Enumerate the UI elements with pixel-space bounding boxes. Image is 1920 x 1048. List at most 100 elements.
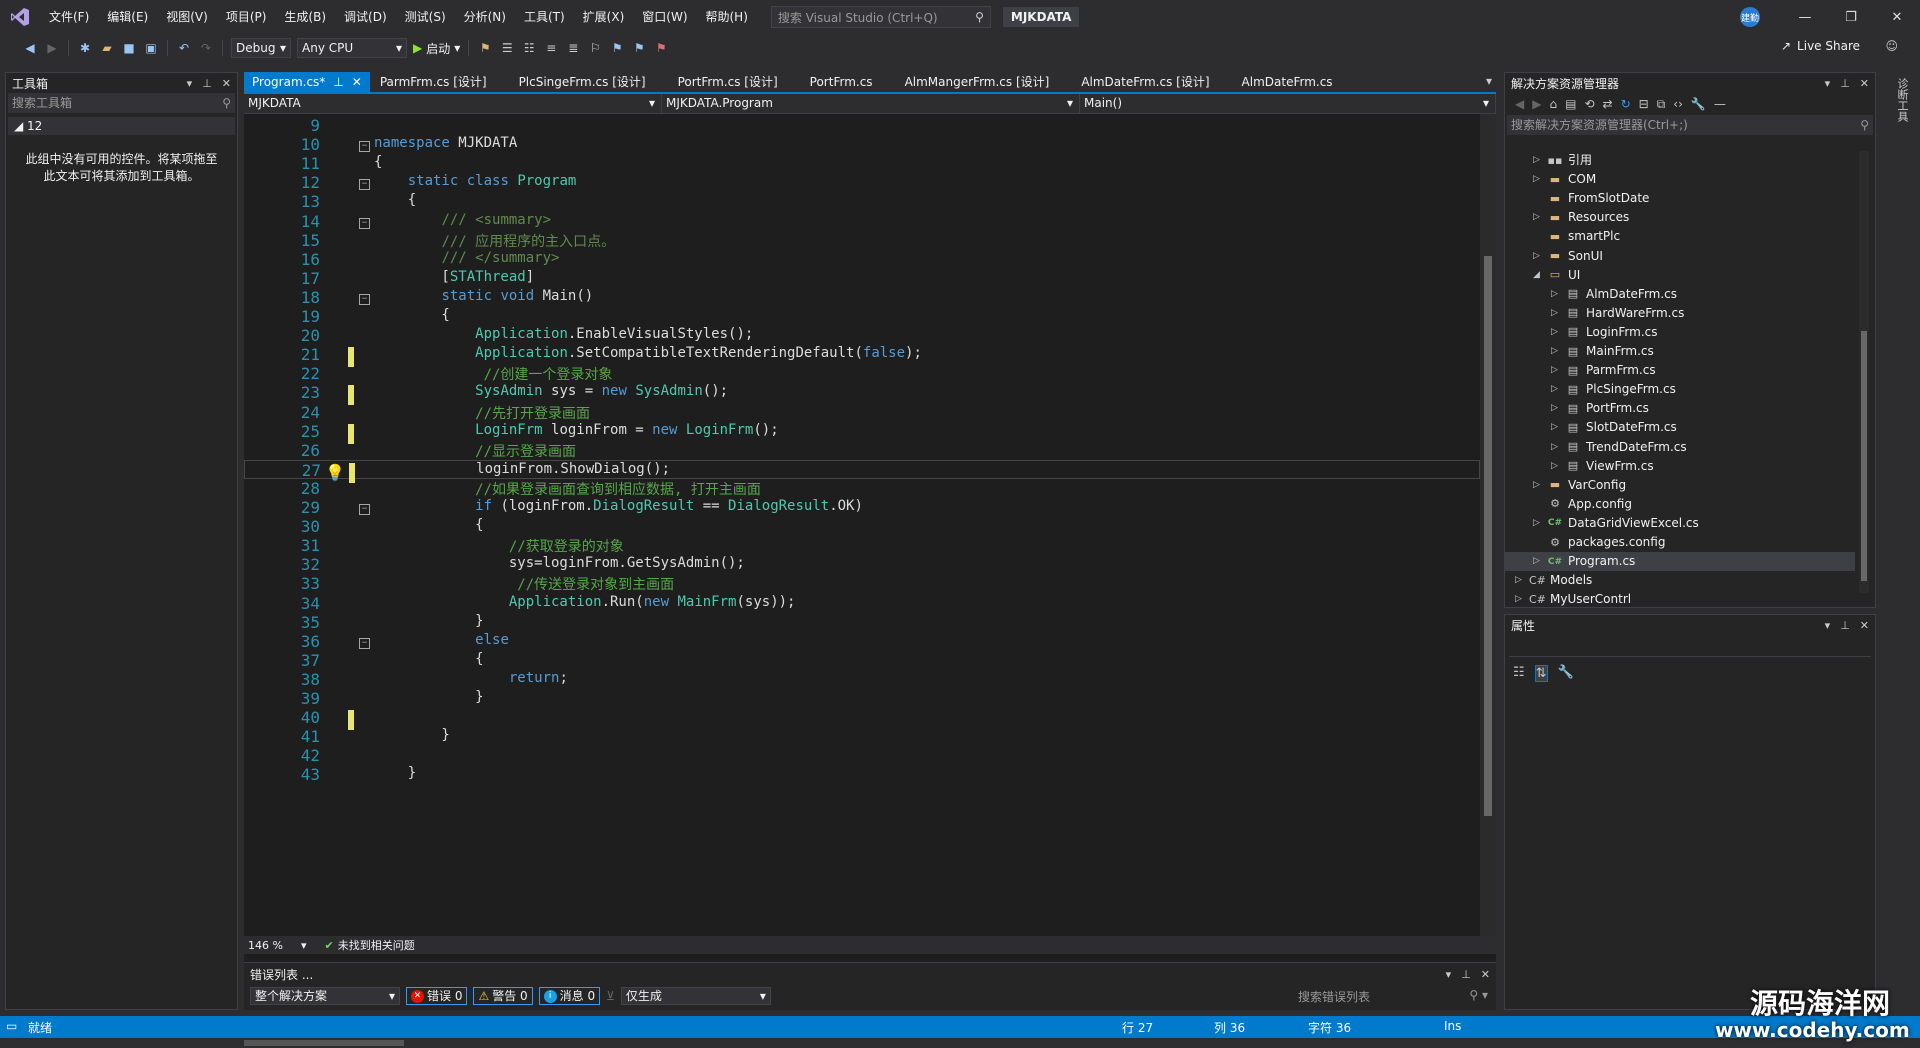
tree-item[interactable]: ⚙ packages.config [1505, 533, 1855, 552]
open-file-icon[interactable]: ▰ [99, 40, 115, 56]
errors-filter-button[interactable]: ✕ 错误 0 [406, 987, 468, 1005]
menu-test[interactable]: 测试(S) [396, 0, 455, 34]
tree-item[interactable]: ▷ ▤ ViewFrm.cs [1505, 457, 1855, 476]
code-line[interactable]: 16 /// </summary> [244, 250, 1480, 269]
live-share-button[interactable]: ↗ Live Share [1781, 39, 1860, 53]
tab-plcsingefrm-design[interactable]: PlcSingeFrm.cs [设计] [509, 72, 668, 92]
solution-explorer-search-input[interactable]: 搜索解决方案资源管理器(Ctrl+;) ⚲ [1507, 115, 1873, 135]
code-line[interactable]: 11 { [244, 154, 1480, 173]
expand-arrow-icon[interactable]: ▷ [1551, 380, 1565, 399]
window-position-icon[interactable]: ▾ [1446, 968, 1452, 981]
bookmark-icon[interactable]: ⚐ [587, 40, 603, 56]
next-bookmark-icon[interactable]: ⚑ [631, 40, 647, 56]
tree-item[interactable]: ◢ ▭ UI [1505, 266, 1855, 285]
code-line[interactable]: 18 − static void Main() [244, 288, 1480, 307]
code-line[interactable]: 29 − if (loginFrom.DialogResult == Dialog… [244, 498, 1480, 517]
expand-arrow-icon[interactable]: ▷ [1533, 514, 1547, 533]
code-line[interactable]: 22 //创建一个登录对象 [244, 364, 1480, 383]
collapse-all-icon[interactable]: ⊟ [1639, 97, 1649, 111]
code-line[interactable]: 25 LoginFrm loginFrom = new LoginFrm(); [244, 422, 1480, 444]
filter-icon[interactable]: ⊻ [606, 989, 615, 1003]
new-project-icon[interactable]: ✱ [77, 40, 93, 56]
alphabetical-icon[interactable]: ⇅ [1534, 665, 1548, 682]
close-icon[interactable]: ✕ [1860, 77, 1869, 90]
build-filter-select[interactable]: 仅生成 ▾ [620, 987, 771, 1005]
code-line[interactable]: 19 { [244, 307, 1480, 326]
expand-arrow-icon[interactable]: ▷ [1515, 590, 1529, 609]
expand-arrow-icon[interactable]: ▷ [1533, 476, 1547, 495]
expand-arrow-icon[interactable]: ▷ [1551, 285, 1565, 304]
solution-platform-select[interactable]: Any CPU ▾ [297, 38, 407, 58]
collapse-region-icon[interactable]: − [359, 141, 370, 153]
property-pages-icon[interactable]: 🔧 [1558, 665, 1574, 682]
tree-item[interactable]: ▷ ▤ TrendDateFrm.cs [1505, 438, 1855, 457]
code-line[interactable]: 31 //获取登录的对象 [244, 536, 1480, 555]
warnings-filter-button[interactable]: ⚠ 警告 0 [473, 987, 533, 1005]
zoom-level[interactable]: 146 % [248, 939, 283, 952]
menu-extensions[interactable]: 扩展(X) [574, 0, 634, 34]
expand-arrow-icon[interactable]: ▷ [1551, 457, 1565, 476]
code-line[interactable]: 35 } [244, 613, 1480, 632]
menu-project[interactable]: 项目(P) [217, 0, 276, 34]
code-line[interactable]: 39 } [244, 689, 1480, 708]
menu-tools[interactable]: 工具(T) [515, 0, 574, 34]
code-line[interactable]: 41 } [244, 727, 1480, 746]
editor-vertical-scrollbar[interactable] [1480, 114, 1496, 936]
toolbox-group[interactable]: ◢ 12 [8, 117, 235, 135]
uncomment-icon[interactable]: ≣ [565, 40, 581, 56]
menu-analyze[interactable]: 分析(N) [455, 0, 515, 34]
expand-arrow-icon[interactable]: ▷ [1533, 170, 1547, 189]
code-line[interactable]: 26 //显示登录画面 [244, 441, 1480, 460]
code-line[interactable]: 28 //如果登录画面查询到相应数据, 打开主画面 [244, 479, 1480, 498]
close-window-button[interactable]: ✕ [1874, 10, 1920, 25]
tree-item[interactable]: ▬ smartPlc [1505, 227, 1855, 246]
tree-item[interactable]: ▷ ▤ SlotDateFrm.cs [1505, 418, 1855, 437]
expand-arrow-icon[interactable]: ▷ [1551, 399, 1565, 418]
error-search-input[interactable]: 搜索错误列表 ⚲ ▾ [1298, 988, 1488, 1005]
code-line[interactable]: 43 } [244, 765, 1480, 784]
window-position-icon[interactable]: ▾ [1825, 77, 1831, 90]
feedback-icon[interactable]: ☺ [1885, 39, 1898, 53]
expand-arrow-icon[interactable]: ▷ [1551, 304, 1565, 323]
menu-edit[interactable]: 编辑(E) [98, 0, 157, 34]
code-line[interactable]: 12 − static class Program [244, 173, 1480, 192]
expand-arrow-icon[interactable]: ▷ [1515, 571, 1529, 590]
menu-file[interactable]: 文件(F) [40, 0, 98, 34]
code-line[interactable]: 9 [244, 116, 1480, 135]
member-dropdown[interactable]: Main() ▾ [1080, 94, 1496, 113]
tab-parmfrm-design[interactable]: ParmFrm.cs [设计] [370, 72, 509, 92]
tree-item[interactable]: ▷ ▤ AlmDateFrm.cs [1505, 285, 1855, 304]
save-icon[interactable]: ■ [121, 40, 137, 56]
sync-icon[interactable]: ⇄ [1603, 97, 1613, 111]
code-line[interactable]: 32 sys=loginFrom.GetSysAdmin(); [244, 555, 1480, 574]
pin-icon[interactable]: ⊥ [333, 72, 343, 92]
save-all-icon[interactable]: ▣ [143, 40, 159, 56]
expand-arrow-icon[interactable]: ▷ [1533, 247, 1547, 266]
collapse-region-icon[interactable]: − [359, 504, 370, 515]
menu-window[interactable]: 窗口(W) [633, 0, 696, 34]
diagnostic-tools-tab[interactable]: 诊断工具 [1890, 72, 1910, 192]
expand-arrow-icon[interactable]: ▷ [1551, 342, 1565, 361]
visual-studio-logo-icon[interactable] [0, 0, 40, 34]
pin-icon[interactable]: ⊥ [1840, 619, 1850, 632]
view-code-icon[interactable]: ‹› [1673, 97, 1683, 111]
code-line[interactable]: 23 SysAdmin sys = new SysAdmin(); [244, 383, 1480, 406]
code-line[interactable]: 42 [244, 746, 1480, 765]
forward-icon[interactable]: ▶ [44, 40, 60, 56]
code-line[interactable]: 33 //传送登录对象到主画面 [244, 574, 1480, 593]
tree-item[interactable]: ▷ C# Program.cs [1505, 552, 1855, 572]
code-line[interactable]: 17 [STAThread] [244, 269, 1480, 288]
close-icon[interactable]: ✕ [1860, 619, 1869, 632]
expand-arrow-icon[interactable]: ◢ [1533, 266, 1547, 285]
minimize-button[interactable]: — [1782, 10, 1828, 25]
properties-object-select[interactable] [1509, 637, 1871, 657]
tree-item[interactable]: ▷ ▤ PortFrm.cs [1505, 399, 1855, 418]
tab-program-cs[interactable]: Program.cs* ⊥ ✕ [244, 72, 370, 92]
tree-item[interactable]: ▷ ▤ HardWareFrm.cs [1505, 304, 1855, 323]
menu-help[interactable]: 帮助(H) [697, 0, 757, 34]
code-line[interactable]: 30 { [244, 517, 1480, 536]
code-line[interactable]: 27 💡 loginFrom.ShowDialog(); [244, 459, 1480, 483]
tree-item[interactable]: ▷ ▬ COM [1505, 170, 1855, 189]
tab-portfrm-design[interactable]: PortFrm.cs [设计] [668, 72, 800, 92]
pending-changes-icon[interactable]: ⟲ [1584, 97, 1594, 111]
